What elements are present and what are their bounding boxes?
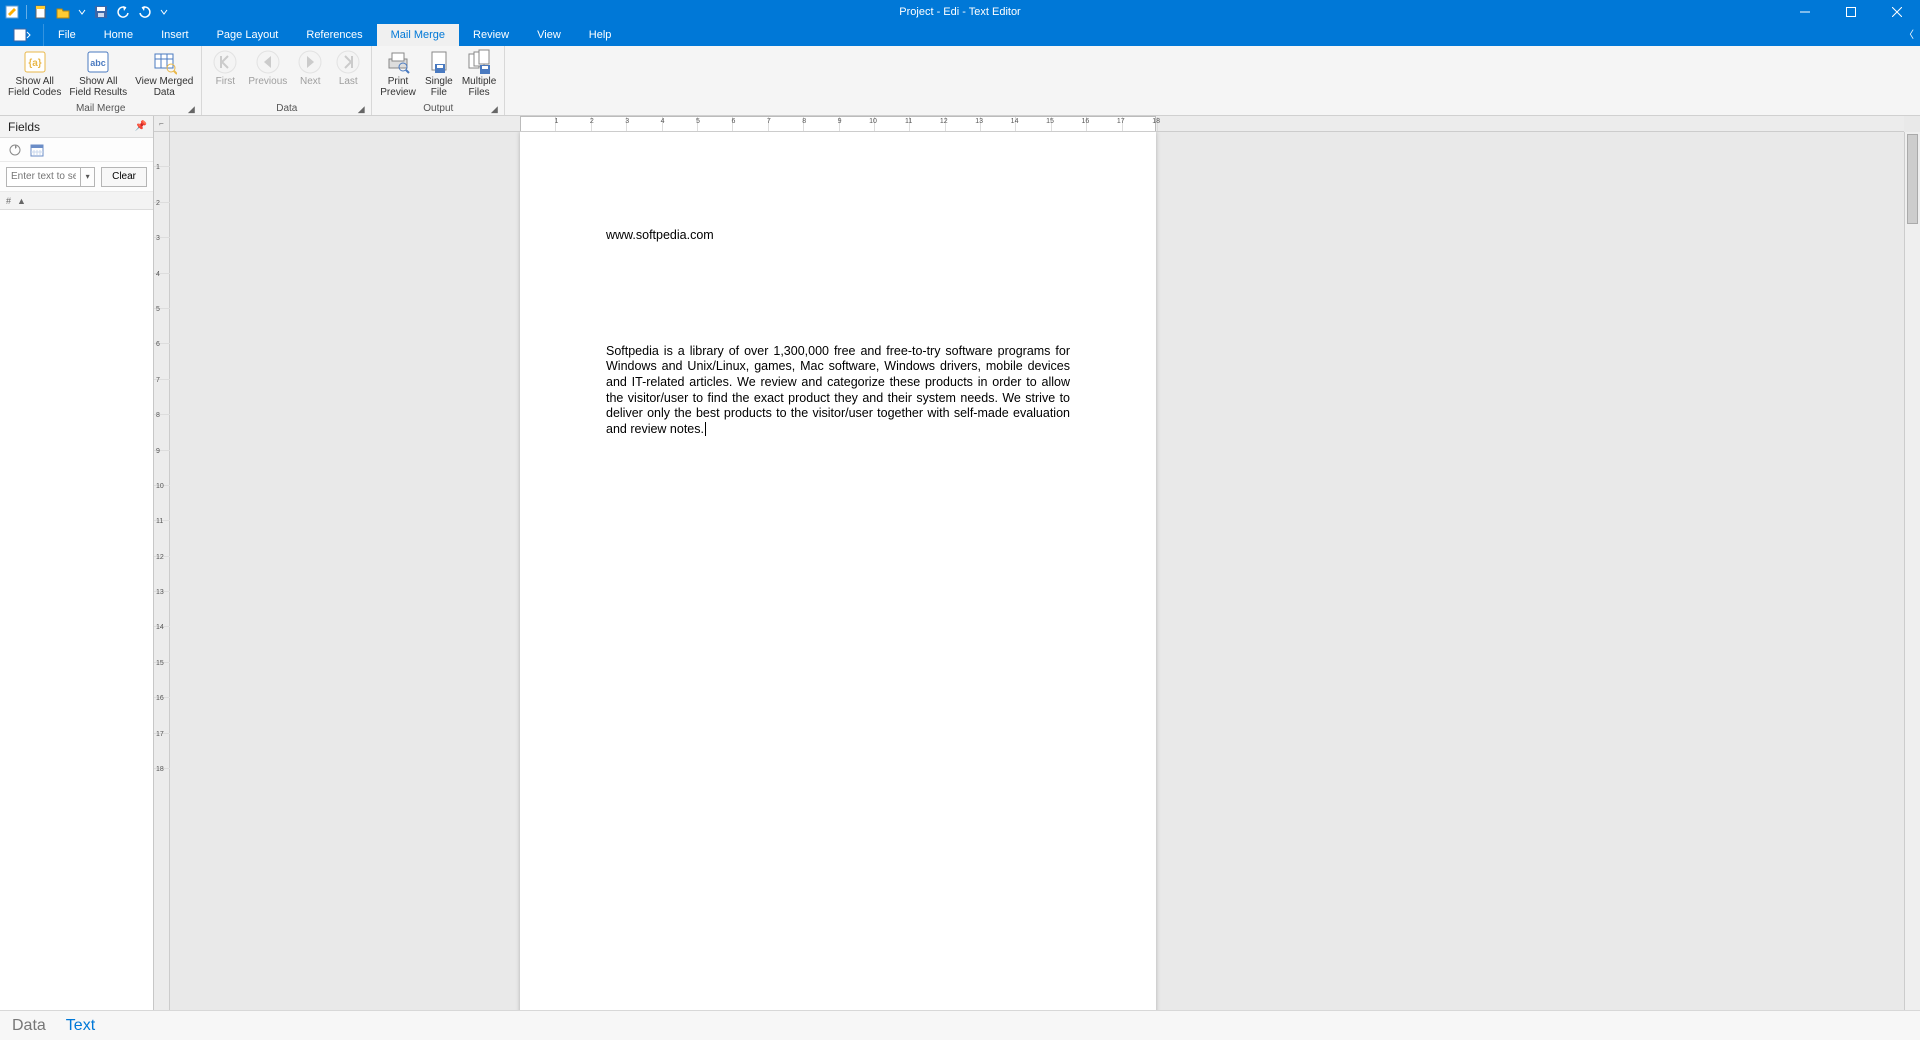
ribbon-btn-label: Show All Field Codes: [8, 76, 61, 98]
ribbon-tab-home[interactable]: Home: [90, 24, 147, 46]
single-file-icon: [426, 49, 452, 75]
multiple-files-icon: [466, 49, 492, 75]
ribbon-tab-file[interactable]: File: [44, 24, 90, 46]
qat-undo-icon[interactable]: [115, 4, 131, 20]
ribbon-tab-mail-merge[interactable]: Mail Merge: [377, 24, 459, 46]
clear-button[interactable]: Clear: [101, 167, 147, 187]
ribbon-tab-view[interactable]: View: [523, 24, 575, 46]
window-buttons: [1782, 0, 1920, 24]
qat-edit-icon[interactable]: [4, 4, 20, 20]
ribbon-btn-label: Previous: [248, 76, 287, 87]
group-label: Output: [423, 103, 453, 114]
group-launcher-icon[interactable]: ◢: [488, 103, 500, 115]
app-menu-button[interactable]: [0, 24, 44, 46]
calendar-icon[interactable]: [30, 143, 44, 157]
quick-access-toolbar: [0, 4, 169, 20]
panel-pin-icon[interactable]: 📌: [135, 121, 147, 132]
col-sort-icon[interactable]: ▲: [17, 196, 26, 206]
maximize-button[interactable]: [1828, 0, 1874, 24]
ribbon-btn-single-file[interactable]: Single File: [420, 47, 458, 100]
close-button[interactable]: [1874, 0, 1920, 24]
nav-prev-icon: [255, 49, 281, 75]
ribbon-btn-label: View Merged Data: [135, 76, 193, 98]
ribbon-btn-nav-prev: Previous: [244, 47, 291, 89]
ribbon-btn-label: Multiple Files: [462, 76, 496, 98]
group-label: Mail Merge: [76, 103, 125, 114]
ribbon-btn-label: Last: [339, 76, 358, 87]
ribbon: {a} Show All Field Codes abc Show All Field…: [0, 46, 1920, 116]
nav-next-icon: [297, 49, 323, 75]
search-dropdown-icon[interactable]: ▾: [81, 167, 95, 187]
fields-list-header: # ▲: [0, 192, 153, 210]
ribbon-btn-label: Show All Field Results: [69, 76, 127, 98]
status-tab-data[interactable]: Data: [12, 1017, 46, 1035]
window-title: Project - Edi - Text Editor: [899, 6, 1020, 18]
ribbon-btn-label: Next: [300, 76, 321, 87]
status-bar: Data Text: [0, 1010, 1920, 1040]
col-symbol[interactable]: #: [6, 196, 11, 206]
nav-last-icon: [335, 49, 361, 75]
ribbon-tab-insert[interactable]: Insert: [147, 24, 203, 46]
field-results-icon: abc: [85, 49, 111, 75]
ribbon-tab-help[interactable]: Help: [575, 24, 626, 46]
ribbon-btn-label: First: [216, 76, 235, 87]
fields-search-input[interactable]: [6, 167, 81, 187]
view-merged-icon: [151, 49, 177, 75]
qat-customize-dropdown-icon[interactable]: [159, 4, 169, 20]
vertical-scrollbar[interactable]: [1904, 132, 1920, 1010]
svg-text:{a}: {a}: [28, 58, 41, 69]
group-launcher-icon[interactable]: ◢: [185, 103, 197, 115]
horizontal-ruler[interactable]: [170, 116, 1904, 132]
qat-save-icon[interactable]: [93, 4, 109, 20]
ribbon-btn-field-results[interactable]: abc Show All Field Results: [65, 47, 131, 100]
minimize-button[interactable]: [1782, 0, 1828, 24]
panel-title: Fields: [8, 120, 40, 134]
ribbon-btn-nav-next: Next: [291, 47, 329, 89]
ribbon-btn-nav-last: Last: [329, 47, 367, 89]
group-label: Data: [276, 103, 297, 114]
ruler-corner: ⌐: [154, 116, 170, 132]
ribbon-group-mail-merge: {a} Show All Field Codes abc Show All Field…: [0, 46, 202, 115]
fields-list-body: [0, 210, 153, 1010]
ribbon-collapse-icon[interactable]: 〈: [1904, 26, 1914, 41]
document-body-text: Softpedia is a library of over 1,300,000…: [606, 344, 1070, 438]
print-preview-icon: [385, 49, 411, 75]
field-codes-icon: {a}: [22, 49, 48, 75]
main-area: Fields 📌 ▾ Clear # ▲ ⌐ www.softpedia.com …: [0, 116, 1920, 1010]
ribbon-tab-review[interactable]: Review: [459, 24, 523, 46]
panel-toolbar: [0, 138, 153, 162]
vertical-ruler[interactable]: [154, 132, 170, 1010]
ribbon-group-data: First Previous Next Last Data ◢: [202, 46, 372, 115]
ribbon-btn-print-preview[interactable]: Print Preview: [376, 47, 420, 100]
svg-text:abc: abc: [91, 58, 107, 68]
text-cursor: [705, 422, 706, 436]
editor-area: ⌐ www.softpedia.com Softpedia is a libra…: [154, 116, 1920, 1010]
group-launcher-icon[interactable]: ◢: [355, 103, 367, 115]
ribbon-tab-references[interactable]: References: [292, 24, 376, 46]
ribbon-btn-label: Print Preview: [380, 76, 416, 98]
ribbon-btn-nav-first: First: [206, 47, 244, 89]
qat-new-icon[interactable]: [33, 4, 49, 20]
ribbon-tabs: FileHomeInsertPage LayoutReferencesMail …: [0, 24, 1920, 46]
document-url-line: www.softpedia.com: [606, 228, 1070, 244]
qat-redo-icon[interactable]: [137, 4, 153, 20]
ribbon-btn-label: Single File: [425, 76, 453, 98]
title-bar: Project - Edi - Text Editor: [0, 0, 1920, 24]
fields-panel: Fields 📌 ▾ Clear # ▲: [0, 116, 154, 1010]
ribbon-btn-view-merged[interactable]: View Merged Data: [131, 47, 197, 100]
panel-search-row: ▾ Clear: [0, 162, 153, 192]
ribbon-btn-multiple-files[interactable]: Multiple Files: [458, 47, 500, 100]
document-page[interactable]: www.softpedia.com Softpedia is a library…: [520, 132, 1156, 1010]
ribbon-btn-field-codes[interactable]: {a} Show All Field Codes: [4, 47, 65, 100]
nav-first-icon: [212, 49, 238, 75]
qat-open-dropdown-icon[interactable]: [77, 4, 87, 20]
refresh-icon[interactable]: [8, 143, 22, 157]
scrollbar-thumb[interactable]: [1907, 134, 1918, 224]
qat-open-icon[interactable]: [55, 4, 71, 20]
status-tab-text[interactable]: Text: [66, 1017, 95, 1035]
ribbon-tab-page-layout[interactable]: Page Layout: [203, 24, 293, 46]
ribbon-group-output: Print Preview Single File Multiple Files O…: [372, 46, 505, 115]
document-scroll[interactable]: www.softpedia.com Softpedia is a library…: [170, 132, 1904, 1010]
